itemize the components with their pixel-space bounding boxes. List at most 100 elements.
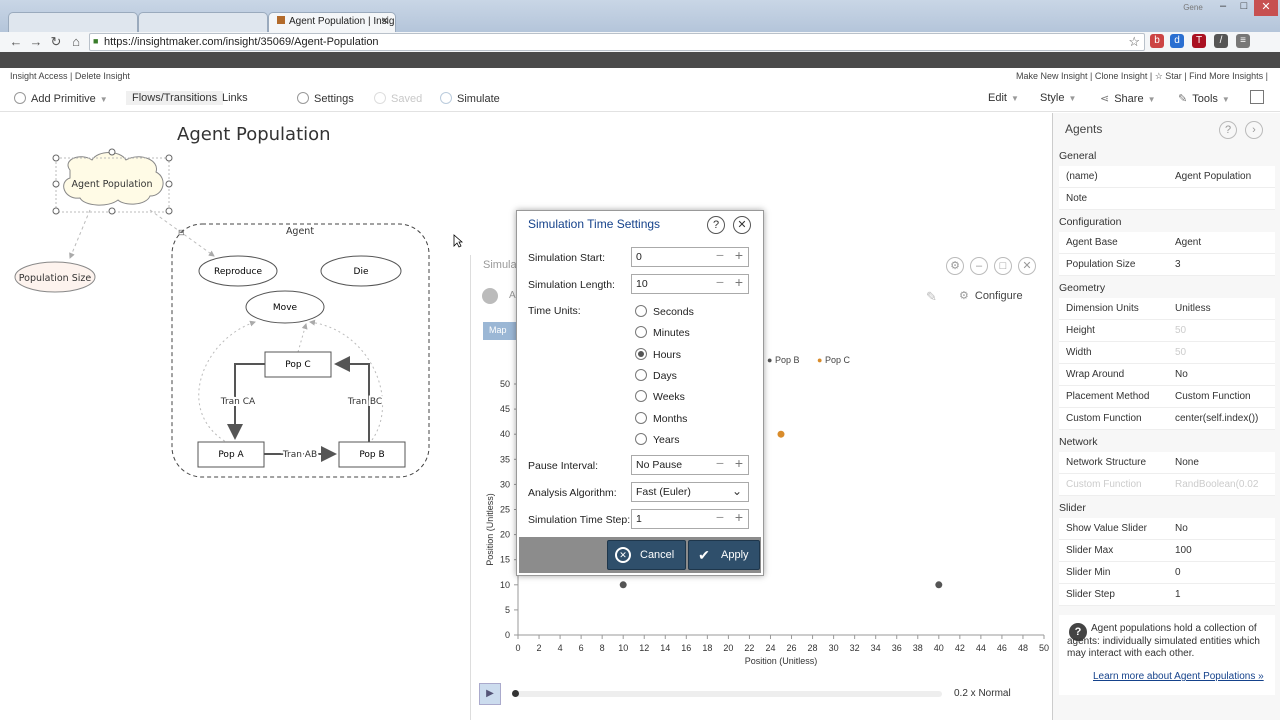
prop-row-slider-step[interactable]: Slider Step 1 (1059, 584, 1275, 606)
sim-length-field[interactable]: 10 − + (631, 274, 749, 294)
close-window-button[interactable]: ✕ (1254, 0, 1278, 16)
flows-transitions-button[interactable]: Flows/Transitions (126, 91, 224, 105)
bookmark-item[interactable] (8, 53, 108, 66)
resize-handle[interactable] (165, 180, 173, 188)
decrement-icon[interactable]: − (716, 509, 724, 525)
speed-select[interactable]: 0.2 x Normal (954, 688, 1011, 699)
apply-button[interactable]: ✔ Apply (688, 540, 760, 570)
pause-interval-field[interactable]: No Pause − + (631, 455, 749, 475)
restore-icon[interactable]: □ (994, 257, 1012, 275)
sim-start-field[interactable]: 0 − + (631, 247, 749, 267)
radio-button[interactable] (635, 390, 647, 402)
browser-tab[interactable] (138, 12, 268, 32)
bookmark-item[interactable] (270, 53, 306, 66)
bookmark-star-icon[interactable]: ☆ (1128, 34, 1140, 50)
prop-row-population-size[interactable]: Population Size 3 (1059, 254, 1275, 276)
add-display-label[interactable]: A (509, 290, 516, 301)
resize-handle[interactable] (52, 180, 60, 188)
prop-row-width[interactable]: Width 50 (1059, 342, 1275, 364)
configure-button[interactable]: ⚙ Configure (959, 289, 1023, 302)
insight-actions-links[interactable]: Make New Insight | Clone Insight | ☆ Sta… (1016, 71, 1268, 82)
radio-button[interactable] (635, 433, 647, 445)
algorithm-select[interactable]: Fast (Euler) ⌄ (631, 482, 749, 502)
learn-more-link[interactable]: Learn more about Agent Populations » (1093, 671, 1264, 682)
tab-map[interactable]: Map (483, 322, 517, 340)
help-icon[interactable]: ? (1219, 121, 1237, 139)
radio-months[interactable]: Months (635, 412, 687, 425)
new-tab-button[interactable] (398, 12, 418, 32)
radio-button[interactable] (635, 412, 647, 424)
radio-button[interactable] (635, 305, 647, 317)
extension-icon[interactable]: / (1214, 34, 1228, 48)
tools-menu[interactable]: ✎ Tools ▼ (1178, 92, 1230, 105)
tran-ab-transition[interactable]: Tran AB (264, 446, 337, 462)
prop-row-placement-method[interactable]: Placement Method Custom Function (1059, 386, 1275, 408)
pop-a-node[interactable]: Pop A (197, 441, 265, 468)
radio-weeks[interactable]: Weeks (635, 390, 685, 403)
settings-icon[interactable]: ⚙ (946, 257, 964, 275)
radio-button[interactable] (635, 369, 647, 381)
prop-row-name[interactable]: (name) Agent Population (1059, 166, 1275, 188)
pop-b-node[interactable]: Pop B (338, 441, 406, 468)
radio-days[interactable]: Days (635, 369, 677, 382)
close-icon[interactable]: ✕ (1018, 257, 1036, 275)
back-icon[interactable]: ← (8, 34, 24, 50)
forward-icon[interactable]: → (28, 34, 44, 50)
simulate-button[interactable]: Simulate (440, 92, 500, 105)
agent-population-node[interactable]: Agent Population (52, 148, 173, 215)
increment-icon[interactable]: + (735, 455, 743, 471)
slider-handle[interactable] (512, 690, 519, 697)
tran-bc-transition[interactable]: Tran BC (334, 356, 384, 442)
collapse-icon[interactable]: ⊟ (178, 228, 185, 237)
cancel-button[interactable]: ✕ Cancel (607, 540, 686, 570)
decrement-icon[interactable]: − (716, 455, 724, 471)
resize-handle[interactable] (52, 207, 60, 215)
prop-row-slider-max[interactable]: Slider Max 100 (1059, 540, 1275, 562)
decrement-icon[interactable]: − (716, 274, 724, 290)
tran-ca-transition[interactable]: Tran CA (218, 363, 265, 440)
extension-icon[interactable]: b (1150, 34, 1164, 48)
increment-icon[interactable]: + (735, 509, 743, 525)
prop-row-custom-function[interactable]: Custom Function center(self.index()) (1059, 408, 1275, 430)
resize-handle[interactable] (165, 154, 173, 162)
insight-access-links[interactable]: Insight Access | Delete Insight (10, 71, 130, 81)
maximize-button[interactable]: □ (1234, 0, 1254, 16)
radio-button-selected[interactable] (635, 348, 647, 360)
play-icon[interactable]: ▶ (479, 683, 501, 705)
increment-icon[interactable]: + (735, 247, 743, 263)
prop-row-dimension-units[interactable]: Dimension Units Unitless (1059, 298, 1275, 320)
minimize-icon[interactable]: – (970, 257, 988, 275)
prop-row-height[interactable]: Height 50 (1059, 320, 1275, 342)
move-node[interactable]: Move (245, 290, 325, 324)
time-step-field[interactable]: 1 − + (631, 509, 749, 529)
resize-handle[interactable] (108, 148, 116, 156)
settings-button[interactable]: Settings (297, 92, 354, 105)
bookmark-item[interactable] (206, 53, 266, 66)
collapse-panel-icon[interactable]: › (1245, 121, 1263, 139)
links-button[interactable]: Links (222, 92, 248, 104)
close-icon[interactable]: ✕ (733, 216, 751, 234)
prop-row-note[interactable]: Note (1059, 188, 1275, 210)
edit-menu[interactable]: Edit ▼ (988, 92, 1019, 104)
share-menu[interactable]: ⋖ Share ▼ (1100, 92, 1156, 105)
resize-handle[interactable] (52, 154, 60, 162)
add-primitive-button[interactable]: Add Primitive ▼ (14, 92, 108, 105)
reproduce-node[interactable]: Reproduce (198, 255, 278, 287)
prop-row-agent-base[interactable]: Agent Base Agent (1059, 232, 1275, 254)
add-display-icon[interactable] (482, 288, 498, 304)
resize-handle[interactable] (108, 207, 116, 215)
home-icon[interactable]: ⌂ (68, 34, 84, 50)
reload-icon[interactable]: ↻ (48, 34, 64, 50)
address-bar[interactable]: ■ https://insightmaker.com/insight/35069… (89, 33, 1145, 51)
bookmark-item[interactable] (112, 53, 202, 66)
extension-icon[interactable]: T (1192, 34, 1206, 48)
browser-tab-active[interactable]: Agent Population | Insight ✕ (268, 12, 396, 32)
help-icon[interactable]: ? (707, 216, 725, 234)
decrement-icon[interactable]: − (716, 247, 724, 263)
prop-row-wrap-around[interactable]: Wrap Around No (1059, 364, 1275, 386)
radio-button[interactable] (635, 326, 647, 338)
resize-handle[interactable] (165, 207, 173, 215)
style-menu[interactable]: Style ▼ (1040, 92, 1076, 104)
time-slider[interactable] (512, 690, 942, 697)
pop-c-node[interactable]: Pop C (264, 351, 332, 378)
